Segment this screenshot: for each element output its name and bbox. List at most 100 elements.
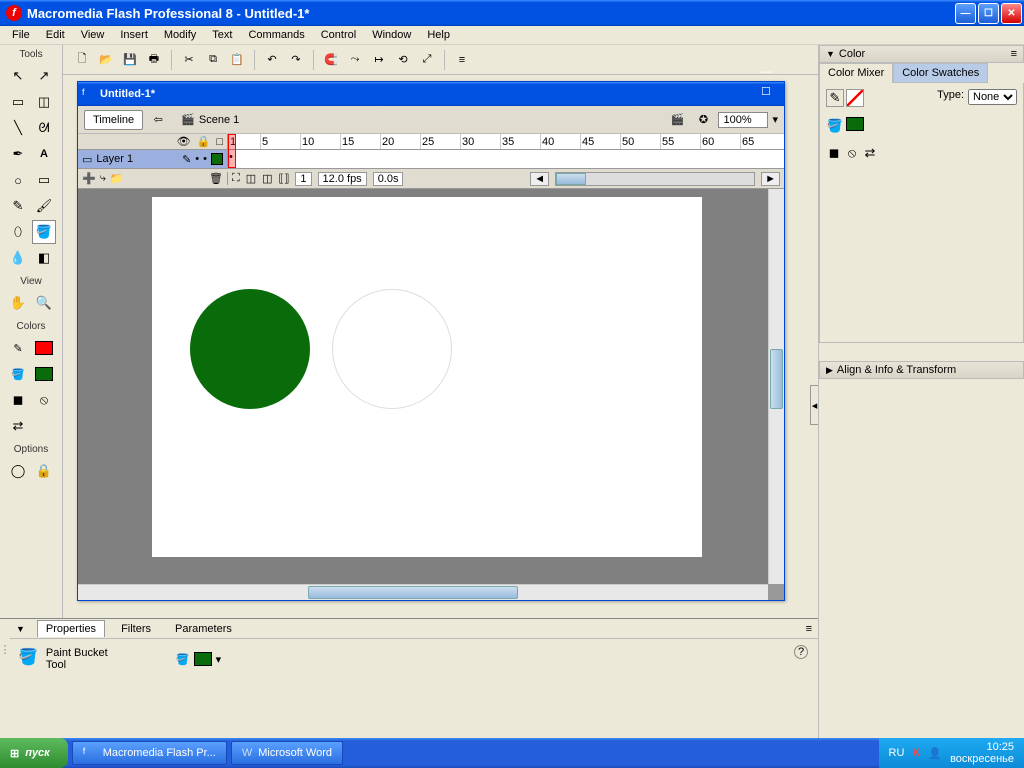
fill-swatch[interactable] [32,362,56,386]
show-hide-icon[interactable]: 👁 [177,135,191,148]
save-file-button[interactable]: 💾 [119,49,141,71]
pencil-tool[interactable]: ✎ [6,194,30,218]
center-frame-button[interactable]: ⛶ [232,172,240,185]
selection-tool[interactable]: ↖ [6,64,30,88]
taskbar-item-word[interactable]: W Microsoft Word [231,741,343,765]
language-indicator[interactable]: RU [889,747,905,759]
stroke-swatch[interactable] [32,336,56,360]
pen-tool[interactable]: ✒ [6,142,30,166]
outline-circle-shape[interactable] [332,289,452,409]
open-file-button[interactable]: 📂 [95,49,117,71]
onion-outline-button[interactable]: ◫ [262,172,272,185]
snap-button[interactable]: 🧲 [320,49,342,71]
menu-window[interactable]: Window [364,27,419,43]
mixer-fill-swatch[interactable] [846,117,864,131]
zoom-tool[interactable]: 🔍 [32,291,56,315]
right-panel-toggle[interactable]: ◂ [810,385,818,425]
menu-modify[interactable]: Modify [156,27,204,43]
paste-button[interactable]: 📋 [226,49,248,71]
timeline-toggle-button[interactable]: Timeline [84,110,143,130]
stage[interactable] [152,197,702,557]
doc-minimize-button[interactable]: — [761,66,780,85]
menu-control[interactable]: Control [313,27,364,43]
layer-outline-swatch[interactable] [211,153,223,165]
props-menu-icon[interactable]: ≡ [806,623,812,635]
timeline-ruler[interactable]: 1 5 10 15 20 25 30 35 40 45 50 55 60 65 [228,134,784,149]
start-button[interactable]: ⊞ пуск [0,738,68,768]
lock-icon[interactable]: 🔒 [197,135,211,148]
line-tool[interactable]: ╲ [6,116,30,140]
align-button[interactable]: ≡ [451,49,473,71]
color-panel-header[interactable]: ▼ Color ≡ [819,45,1024,63]
edit-scene-button[interactable]: 🎬 [666,109,688,131]
mixer-swap-colors[interactable]: ⇄ [862,145,878,161]
oval-tool[interactable]: ○ [6,168,30,192]
green-circle-shape[interactable] [190,289,310,409]
filters-tab[interactable]: Filters [113,621,159,637]
timeline-scroll-right[interactable]: ► [761,172,780,186]
print-button[interactable]: 🖶 [143,49,165,71]
color-mixer-tab[interactable]: Color Mixer [819,63,893,83]
tray-network-icon[interactable]: 👤 [928,747,942,760]
eyedropper-tool[interactable]: 💧 [6,246,30,270]
fill-type-select[interactable]: None [968,89,1017,105]
gap-size-option[interactable]: ◯ [6,459,30,483]
keyframe-1[interactable] [228,150,236,168]
menu-commands[interactable]: Commands [240,27,312,43]
lasso-tool[interactable]: ᘛ [32,116,56,140]
delete-layer-button[interactable]: 🗑 [209,172,223,185]
subselection-tool[interactable]: ↗ [32,64,56,88]
props-fill-dropdown-icon[interactable]: ▾ [216,653,222,666]
default-colors[interactable]: ◼ [6,388,30,412]
lock-fill-option[interactable]: 🔒 [32,459,56,483]
rotate-button[interactable]: ⟲ [392,49,414,71]
stage-vscrollbar[interactable] [768,189,784,584]
help-button[interactable]: ? [794,645,808,659]
layer-lock-dot[interactable]: • [203,153,207,165]
menu-file[interactable]: File [4,27,38,43]
props-fill-swatch[interactable] [194,652,212,666]
tray-kaspersky-icon[interactable]: K [912,747,920,759]
menu-text[interactable]: Text [204,27,240,43]
rectangle-tool[interactable]: ▭ [32,168,56,192]
align-panel-header[interactable]: ▶ Align & Info & Transform [819,361,1024,379]
mixer-stroke-color[interactable]: ✎ [826,89,844,107]
ink-bottle-tool[interactable]: ⬯ [6,220,30,244]
layer-visible-dot[interactable]: • [195,153,199,165]
menu-view[interactable]: View [73,27,113,43]
hand-tool[interactable]: ✋ [6,291,30,315]
minimize-button[interactable]: — [955,3,976,24]
layer-name-label[interactable]: Layer 1 [96,153,133,165]
timeline-scroll-left[interactable]: ◄ [530,172,549,186]
paint-bucket-tool[interactable]: 🪣 [32,220,56,244]
text-tool[interactable]: A [32,142,56,166]
taskbar-item-flash[interactable]: f Macromedia Flash Pr... [72,741,227,765]
menu-edit[interactable]: Edit [38,27,73,43]
mixer-fill-icon[interactable]: 🪣 [826,117,844,135]
no-color[interactable]: ⦸ [32,388,56,412]
fill-color[interactable]: 🪣 [6,362,30,386]
undo-button[interactable]: ↶ [261,49,283,71]
outline-icon[interactable]: □ [216,136,223,148]
props-collapse-icon[interactable]: ▼ [16,624,25,634]
close-button[interactable]: ✕ [1001,3,1022,24]
stroke-color[interactable]: ✎ [6,336,30,360]
zoom-input[interactable] [718,112,768,128]
properties-tab[interactable]: Properties [37,620,105,637]
back-button[interactable]: ⇦ [147,109,169,131]
insert-motion-guide-button[interactable]: ⤷ [100,172,106,185]
menu-help[interactable]: Help [419,27,458,43]
mixer-no-color[interactable]: ⦸ [844,145,860,161]
straighten-button[interactable]: ↦ [368,49,390,71]
document-titlebar[interactable]: f Untitled-1* — ☐ ✕ [78,82,784,106]
panel-grip[interactable]: ⋮ [0,619,10,679]
insert-layer-button[interactable]: ➕ [82,172,96,185]
gradient-transform-tool[interactable]: ◫ [32,90,56,114]
parameters-tab[interactable]: Parameters [167,621,240,637]
zoom-dropdown-icon[interactable]: ▾ [772,113,778,126]
scene-label[interactable]: Scene 1 [199,114,239,126]
layer-frames[interactable] [228,150,784,168]
mixer-default-colors[interactable]: ◼ [826,145,842,161]
timeline-hscroll[interactable] [555,172,755,186]
redo-button[interactable]: ↷ [285,49,307,71]
